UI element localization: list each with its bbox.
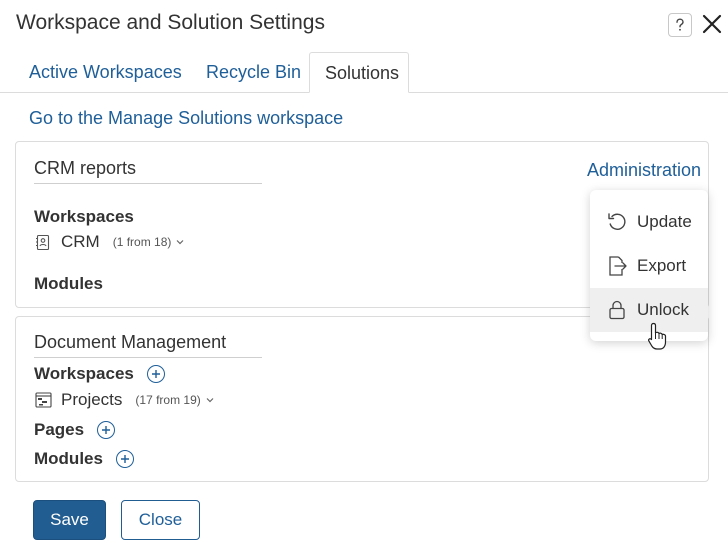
menu-item-update[interactable]: Update — [590, 200, 708, 244]
help-button[interactable] — [668, 13, 692, 37]
add-module-button[interactable] — [115, 449, 134, 468]
workspace-name: CRM — [61, 232, 100, 251]
workspaces-label-text: Workspaces — [34, 364, 134, 383]
refresh-icon — [605, 210, 629, 234]
tab-recycle-bin[interactable]: Recycle Bin — [191, 52, 316, 93]
workspace-count-toggle[interactable]: (17 from 19) — [135, 393, 214, 407]
save-button[interactable]: Save — [33, 500, 106, 540]
dialog-title: Workspace and Solution Settings — [16, 11, 325, 34]
close-icon — [702, 14, 722, 34]
projects-icon — [34, 391, 52, 409]
administration-link[interactable]: Administration — [587, 160, 701, 181]
export-icon — [605, 254, 629, 278]
chevron-down-icon — [176, 240, 184, 245]
add-workspace-button[interactable] — [146, 364, 165, 383]
pages-label: Pages — [34, 420, 115, 440]
workspace-row: Projects (17 from 19) — [34, 390, 214, 410]
menu-item-export[interactable]: Export — [590, 244, 708, 288]
workspaces-label: Workspaces — [34, 364, 165, 384]
close-dialog-button[interactable] — [699, 11, 725, 37]
lock-icon — [605, 298, 629, 322]
close-button[interactable]: Close — [121, 500, 200, 540]
workspace-row: CRM (1 from 18) — [34, 232, 184, 252]
solution-name: Document Management — [34, 332, 262, 358]
administration-dropdown: Update Export Unlock — [590, 190, 708, 341]
hand-pointer-icon — [647, 322, 669, 357]
workspaces-label: Workspaces — [34, 207, 134, 226]
tab-active-workspaces[interactable]: Active Workspaces — [14, 52, 197, 93]
plus-icon — [151, 369, 160, 378]
workspace-count: (17 from 19) — [135, 393, 201, 407]
plus-icon — [101, 425, 110, 434]
workspace-name: Projects — [61, 390, 123, 409]
modules-label-text: Modules — [34, 449, 103, 468]
plus-icon — [120, 454, 129, 463]
chevron-down-icon — [206, 398, 214, 403]
modules-label: Modules — [34, 274, 103, 293]
menu-item-label: Unlock — [637, 300, 689, 319]
workspace-count-toggle[interactable]: (1 from 18) — [113, 235, 185, 249]
menu-item-label: Export — [637, 256, 687, 275]
question-icon — [676, 18, 684, 31]
pages-label-text: Pages — [34, 420, 85, 439]
tab-solutions[interactable]: Solutions — [309, 52, 409, 93]
workspace-count: (1 from 18) — [112, 235, 172, 249]
modules-label: Modules — [34, 449, 134, 469]
add-page-button[interactable] — [96, 420, 115, 439]
contact-card-icon — [34, 233, 52, 251]
menu-item-label: Update — [637, 212, 692, 231]
manage-solutions-link[interactable]: Go to the Manage Solutions workspace — [29, 108, 343, 129]
solution-name: CRM reports — [34, 158, 262, 184]
tab-bar: Active Workspaces Recycle Bin Solutions — [0, 52, 728, 93]
